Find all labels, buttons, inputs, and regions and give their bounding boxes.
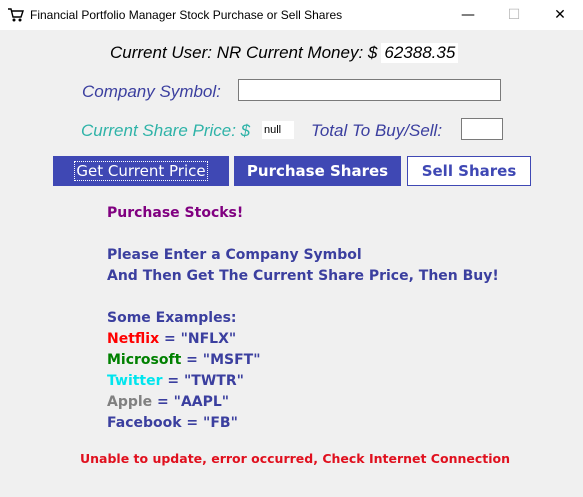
error-message: Unable to update, error occurred, Check … [80,451,511,466]
example-name: Facebook [107,415,182,431]
minimize-icon: — [461,7,475,23]
sell-shares-button[interactable]: Sell Shares [407,156,531,186]
share-price-label: Current Share Price: $ [81,121,251,140]
example-item: Microsoft = "MSFT" [107,350,261,371]
purchase-shares-label: Purchase Shares [246,162,389,180]
close-button[interactable]: ✕ [537,0,583,30]
example-item: Facebook = "FB" [107,413,238,434]
minimize-button[interactable]: — [445,0,491,30]
company-symbol-label: Company Symbol: [82,82,221,101]
instruction-line-2: And Then Get The Current Share Price, Th… [107,268,499,284]
total-input[interactable] [461,118,503,140]
example-symbol: = "FB" [181,415,238,431]
purchase-shares-button[interactable]: Purchase Shares [234,156,401,186]
window-title: Financial Portfolio Manager Stock Purcha… [30,8,343,22]
current-money-value: 62388.35 [381,43,459,63]
example-symbol: = "MSFT" [181,352,261,368]
close-icon: ✕ [554,7,566,23]
examples-heading: Some Examples: [107,310,237,326]
example-name: Twitter [107,373,163,389]
maximize-icon: ☐ [507,7,521,23]
shopping-cart-icon [7,6,25,24]
example-item: Apple = "AAPL" [107,392,229,413]
example-name: Apple [107,394,153,410]
title-bar: Financial Portfolio Manager Stock Purcha… [0,0,583,30]
total-label: Total To Buy/Sell: [311,121,443,140]
current-user-label: Current User: NR Current Money: $ [110,43,378,62]
get-current-price-label: Get Current Price [74,161,208,181]
example-symbol: = "AAPL" [152,394,230,410]
example-name: Microsoft [107,352,182,368]
get-current-price-button[interactable]: Get Current Price [53,156,229,186]
main-panel: Current User: NR Current Money: $62388.3… [0,30,583,497]
purchase-heading: Purchase Stocks! [107,205,244,221]
example-item: Twitter = "TWTR" [107,371,244,392]
instruction-line-1: Please Enter a Company Symbol [107,247,362,263]
current-user-line: Current User: NR Current Money: $62388.3… [110,43,459,63]
example-item: Netflix = "NFLX" [107,329,236,350]
example-symbol: = "TWTR" [162,373,244,389]
sell-shares-label: Sell Shares [421,162,517,180]
example-name: Netflix [107,331,160,347]
share-price-value: null [262,121,294,139]
company-symbol-input[interactable] [238,79,501,101]
maximize-button[interactable]: ☐ [491,0,537,30]
example-symbol: = "NFLX" [159,331,237,347]
